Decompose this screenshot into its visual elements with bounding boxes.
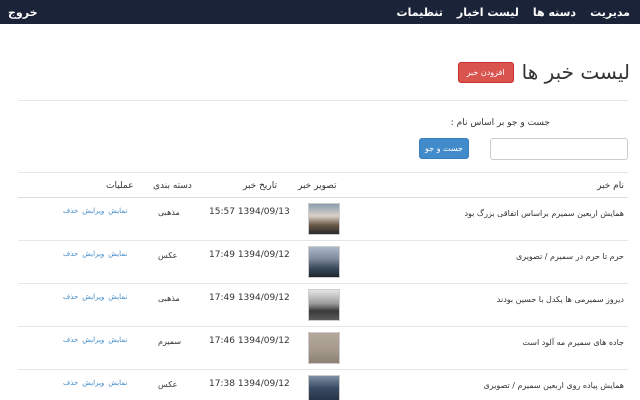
search-button[interactable]: جست و جو xyxy=(419,138,469,159)
news-date: 1394/09/12 17:38 xyxy=(209,379,290,389)
news-title: همایش اربعین سمیرم براساس اتفاقی بزرگ بو… xyxy=(464,209,624,218)
nav-item-news-list[interactable]: لیست اخبار xyxy=(457,6,519,19)
table-row: جاده های سمیرم مه آلود است 1394/09/12 17… xyxy=(18,327,628,370)
row-operations: نمایش ویرایش حذف xyxy=(63,250,127,258)
column-header-operations: عملیات xyxy=(106,181,134,191)
news-date: 1394/09/12 17:46 xyxy=(209,336,290,346)
news-thumbnail xyxy=(308,332,340,364)
row-operations: نمایش ویرایش حذف xyxy=(63,293,127,301)
news-title: جاده های سمیرم مه آلود است xyxy=(522,338,624,347)
view-link[interactable]: نمایش xyxy=(108,250,127,258)
search-label: جست و جو بر اساس نام : xyxy=(450,118,550,128)
search-input[interactable] xyxy=(490,138,628,160)
delete-link[interactable]: حذف xyxy=(63,336,78,344)
news-date: 1394/09/12 17:49 xyxy=(209,293,290,303)
news-date: 1394/09/13 15:57 xyxy=(209,207,290,217)
table-row: دیروز سمیرمی ها یکدل با حسین بودند 1394/… xyxy=(18,284,628,327)
edit-link[interactable]: ویرایش xyxy=(82,379,104,387)
column-header-name: نام خبر xyxy=(597,181,624,191)
view-link[interactable]: نمایش xyxy=(108,207,127,215)
column-header-category: دسته بندی xyxy=(153,181,192,191)
view-link[interactable]: نمایش xyxy=(108,336,127,344)
nav-item-management[interactable]: مدیریت xyxy=(590,6,630,19)
news-thumbnail xyxy=(308,203,340,235)
nav-menu: مدیریت دسته ها لیست اخبار تنظیمات xyxy=(397,0,630,24)
delete-link[interactable]: حذف xyxy=(63,379,78,387)
news-thumbnail xyxy=(308,289,340,321)
page-header: لیست خبر ها افزودن خبر xyxy=(457,60,630,84)
news-thumbnail xyxy=(308,246,340,278)
news-category: مذهبی xyxy=(158,208,180,217)
delete-link[interactable]: حذف xyxy=(63,293,78,301)
news-date: 1394/09/12 17:49 xyxy=(209,250,290,260)
table-row: همایش پیاده روی اربعین سمیرم / تصویری 13… xyxy=(18,370,628,400)
news-table: نام خبر تصویر خبر تاریخ خبر دسته بندی عم… xyxy=(18,176,628,400)
column-header-date: تاریخ خبر xyxy=(243,181,278,191)
logout-link[interactable]: خروج xyxy=(8,0,38,24)
divider xyxy=(18,100,628,101)
delete-link[interactable]: حذف xyxy=(63,207,78,215)
news-category: مذهبی xyxy=(158,294,180,303)
edit-link[interactable]: ویرایش xyxy=(82,336,104,344)
view-link[interactable]: نمایش xyxy=(108,379,127,387)
table-header: نام خبر تصویر خبر تاریخ خبر دسته بندی عم… xyxy=(18,176,628,198)
news-thumbnail xyxy=(308,375,340,400)
view-link[interactable]: نمایش xyxy=(108,293,127,301)
news-category: سمیرم xyxy=(158,337,182,346)
row-operations: نمایش ویرایش حذف xyxy=(63,207,127,215)
add-news-button[interactable]: افزودن خبر xyxy=(457,61,514,83)
table-row: حرم تا حرم در سمیرم / تصویری 1394/09/12 … xyxy=(18,241,628,284)
row-operations: نمایش ویرایش حذف xyxy=(63,379,127,387)
page-title: لیست خبر ها xyxy=(521,60,630,84)
news-category: عکس xyxy=(158,380,178,389)
edit-link[interactable]: ویرایش xyxy=(82,250,104,258)
news-title: دیروز سمیرمی ها یکدل با حسین بودند xyxy=(496,295,624,304)
nav-item-settings[interactable]: تنظیمات xyxy=(397,6,443,19)
news-title: حرم تا حرم در سمیرم / تصویری xyxy=(516,252,624,261)
divider xyxy=(18,172,628,173)
edit-link[interactable]: ویرایش xyxy=(82,293,104,301)
news-category: عکس xyxy=(158,251,178,260)
delete-link[interactable]: حذف xyxy=(63,250,78,258)
row-operations: نمایش ویرایش حذف xyxy=(63,336,127,344)
column-header-image: تصویر خبر xyxy=(298,181,337,191)
navbar: مدیریت دسته ها لیست اخبار تنظیمات خروج xyxy=(0,0,640,24)
news-title: همایش پیاده روی اربعین سمیرم / تصویری xyxy=(483,381,624,390)
edit-link[interactable]: ویرایش xyxy=(82,207,104,215)
table-row: همایش اربعین سمیرم براساس اتفاقی بزرگ بو… xyxy=(18,198,628,241)
nav-item-categories[interactable]: دسته ها xyxy=(533,6,576,19)
